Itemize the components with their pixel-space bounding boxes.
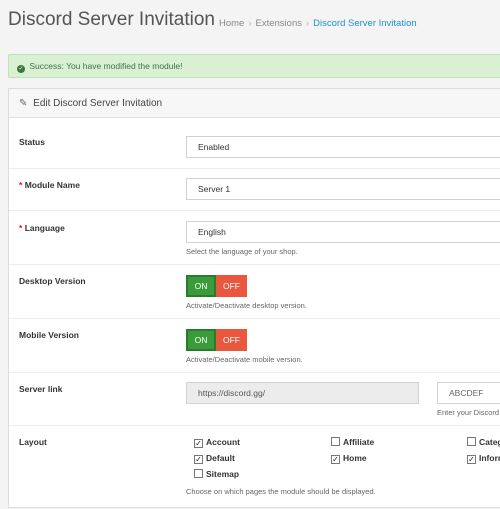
layout-option-affiliate[interactable]: Affiliate (331, 437, 374, 447)
edit-panel: ✎ Edit Discord Server Invitation Status … (8, 88, 500, 508)
layout-option-home[interactable]: ✓ Home (331, 453, 367, 464)
panel-heading-title: Edit Discord Server Invitation (33, 98, 163, 109)
status-select[interactable]: Enabled (186, 136, 500, 158)
check-circle-icon: ✓ (17, 65, 25, 73)
server-code-input[interactable]: ABCDEF (437, 382, 500, 404)
server-link-prefix-input[interactable]: https://discord.gg/ (186, 382, 419, 404)
module-name-label: * Module Name (19, 180, 80, 190)
page-title: Discord Server Invitation (8, 9, 215, 30)
checkbox-checked-icon[interactable]: ✓ (194, 455, 203, 464)
desktop-off-button[interactable]: OFF (216, 275, 247, 297)
layout-label: Layout (19, 437, 47, 447)
success-alert: ✓ Success: You have modified the module! (8, 54, 500, 78)
checkbox-unchecked-icon[interactable] (194, 469, 203, 478)
mobile-version-help: Activate/Deactivate mobile version. (186, 355, 303, 364)
page-header: Discord Server Invitation Home › Extension… (0, 0, 500, 44)
breadcrumb-extensions[interactable]: Extensions (256, 18, 302, 29)
language-select[interactable]: English (186, 221, 500, 243)
layout-row: Layout ✓Account Affiliate Categ ✓Default… (9, 425, 500, 509)
checkbox-checked-icon[interactable]: ✓ (331, 455, 340, 464)
layout-help: Choose on which pages the module should … (186, 487, 376, 496)
breadcrumb-separator-icon: › (306, 18, 310, 29)
breadcrumb: Home › Extensions › Discord Server Invitatio… (219, 18, 417, 29)
checkbox-unchecked-icon[interactable] (331, 437, 340, 446)
module-name-input[interactable]: Server 1 (186, 178, 500, 200)
mobile-off-button[interactable]: OFF (216, 329, 247, 351)
desktop-version-help: Activate/Deactivate desktop version. (186, 301, 307, 310)
layout-option-default[interactable]: ✓ Default (194, 453, 235, 464)
required-asterisk: * (19, 223, 23, 233)
mobile-version-label: Mobile Version (19, 330, 79, 340)
layout-option-information[interactable]: ✓ Inforr (467, 453, 500, 464)
pencil-icon: ✎ (19, 98, 28, 109)
mobile-on-button[interactable]: ON (186, 329, 216, 351)
desktop-version-row: Desktop Version ON OFF Activate/Deactiva… (9, 264, 500, 318)
breadcrumb-current[interactable]: Discord Server Invitation (313, 18, 416, 29)
checkbox-checked-icon[interactable]: ✓ (194, 439, 203, 448)
desktop-version-label: Desktop Version (19, 276, 86, 286)
mobile-version-row: Mobile Version ON OFF Activate/Deactivat… (9, 318, 500, 372)
module-name-row: * Module Name Server 1 (9, 168, 500, 210)
checkbox-unchecked-icon[interactable] (467, 437, 476, 446)
breadcrumb-home[interactable]: Home (219, 18, 244, 29)
server-code-help: Enter your Discord (437, 408, 500, 417)
layout-option-account[interactable]: ✓ Account (194, 437, 240, 448)
desktop-version-toggle[interactable]: ON OFF (186, 275, 247, 297)
desktop-on-button[interactable]: ON (186, 275, 216, 297)
breadcrumb-separator-icon: › (248, 18, 252, 29)
status-label: Status (19, 137, 45, 147)
layout-option-sitemap[interactable]: Sitemap (194, 469, 239, 479)
server-link-label: Server link (19, 384, 63, 394)
language-row: * Language English Select the language o… (9, 210, 500, 264)
required-asterisk: * (19, 180, 23, 190)
layout-option-category[interactable]: Categ (467, 437, 500, 447)
mobile-version-toggle[interactable]: ON OFF (186, 329, 247, 351)
panel-heading: ✎ Edit Discord Server Invitation (9, 89, 500, 118)
status-row: Status Enabled (9, 118, 500, 168)
language-label: * Language (19, 223, 65, 233)
server-link-row: Server link https://discord.gg/ ABCDEF E… (9, 372, 500, 425)
language-help: Select the language of your shop. (186, 247, 298, 256)
alert-message: Success: You have modified the module! (29, 61, 183, 71)
checkbox-checked-icon[interactable]: ✓ (467, 455, 476, 464)
